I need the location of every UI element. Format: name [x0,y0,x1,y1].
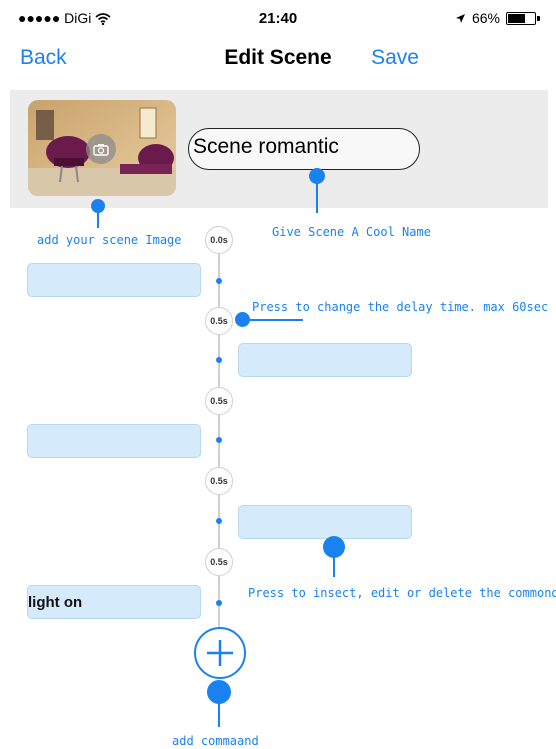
location-arrow-icon [455,13,465,23]
annotation-line [333,557,335,577]
status-carrier: ●●●●● DiGi [18,10,111,26]
status-battery: 66% [455,10,540,26]
annotation-pin [323,536,345,558]
command-box[interactable]: light on [27,585,201,619]
status-bar: 21:40 ●●●●● DiGi 66% [0,0,556,34]
command-box[interactable] [27,263,201,297]
delay-button[interactable]: 0.5s [205,548,233,576]
timeline-dot [216,437,222,443]
wifi-icon [95,13,111,26]
battery-fill [508,13,525,23]
annotation-pin [207,680,231,704]
scene-name-field[interactable]: Scene romantic [188,128,420,170]
page-title: Edit Scene [224,46,332,69]
annotation-line [316,183,318,213]
command-box[interactable] [27,424,201,458]
timeline-dot [216,357,222,363]
annotation-line [248,319,303,321]
delay-button[interactable]: 0.5s [205,307,233,335]
add-command-button[interactable] [194,627,246,679]
annotation-line [218,703,220,727]
annotation-name: Give Scene A Cool Name [272,225,431,239]
save-button[interactable]: Save [371,46,419,70]
battery-icon [506,11,540,25]
annotation-delay: Press to change the delay time. max 60se… [252,300,549,314]
nav-bar: Edit Scene Back Save [0,34,556,86]
annotation-command: Press to insect, edit or delete the comm… [248,586,556,600]
delay-button[interactable]: 0.0s [205,226,233,254]
timeline-dot [216,278,222,284]
timeline-dot [216,518,222,524]
camera-icon [86,134,116,164]
delay-button[interactable]: 0.5s [205,387,233,415]
carrier-label: ●●●●● DiGi [18,10,92,26]
plus-icon [207,640,233,666]
annotation-image: add your scene Image [37,233,182,247]
annotation-pin [91,199,105,213]
timeline-dot [216,600,222,606]
scene-image[interactable] [28,100,176,196]
command-box[interactable] [238,343,412,377]
back-button[interactable]: Back [20,46,67,70]
annotation-add: add commaand [172,734,259,748]
command-box[interactable] [238,505,412,539]
annotation-pin [309,168,325,184]
battery-percent: 66% [471,10,500,26]
delay-button[interactable]: 0.5s [205,467,233,495]
annotation-line [97,212,99,228]
